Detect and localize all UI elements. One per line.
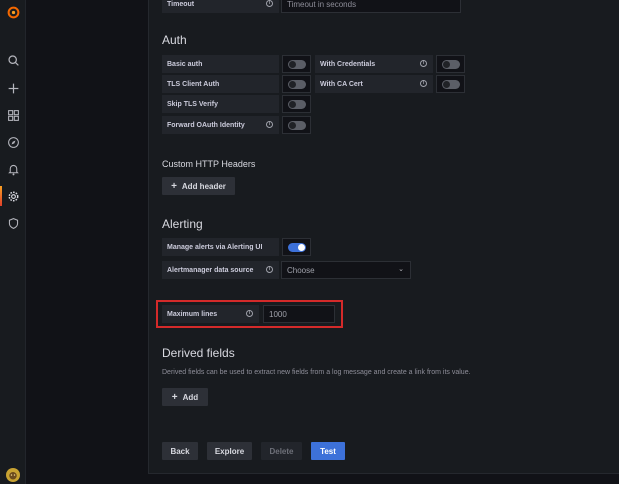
delete-button[interactable]: Delete: [261, 442, 302, 460]
test-button[interactable]: Test: [311, 442, 345, 460]
max-lines-label: Maximum lines i: [162, 305, 259, 323]
timeout-label-box: Timeout i: [162, 0, 279, 13]
with-credentials-text: With Credentials: [320, 60, 376, 68]
forward-oauth-label: Forward OAuth Identity i: [162, 116, 279, 134]
derived-fields-description: Derived fields can be used to extract ne…: [162, 369, 471, 376]
plus-icon: +: [171, 391, 178, 403]
basic-auth-toggle[interactable]: [282, 55, 311, 73]
plus-icon[interactable]: [0, 78, 26, 98]
alertmanager-select[interactable]: Choose ⌄: [281, 261, 411, 279]
with-credentials-label: With Credentials i: [315, 55, 433, 73]
derived-fields-title: Derived fields: [162, 346, 235, 360]
basic-auth-text: Basic auth: [167, 60, 203, 68]
with-ca-cert-label: With CA Cert i: [315, 75, 433, 93]
avatar[interactable]: [6, 468, 20, 482]
gear-icon[interactable]: [0, 186, 26, 206]
skip-tls-verify-text: Skip TLS Verify: [167, 100, 218, 108]
toggle-switch[interactable]: [287, 99, 306, 109]
toggle-switch[interactable]: [287, 59, 306, 69]
max-lines-input[interactable]: 1000: [263, 305, 335, 323]
toggle-switch[interactable]: [287, 79, 306, 89]
with-ca-cert-text: With CA Cert: [320, 80, 363, 88]
alertmanager-text: Alertmanager data source: [167, 266, 254, 274]
explore-icon[interactable]: [0, 132, 26, 152]
custom-headers-title: Custom HTTP Headers: [162, 159, 256, 169]
add-label: Add: [182, 392, 199, 402]
forward-oauth-toggle[interactable]: [282, 116, 311, 134]
manage-alerts-text: Manage alerts via Alerting UI: [167, 243, 263, 251]
back-button[interactable]: Back: [162, 442, 198, 460]
dashboards-icon[interactable]: [0, 105, 26, 125]
info-icon: i: [246, 310, 253, 317]
toggle-switch[interactable]: [441, 59, 460, 69]
forward-oauth-text: Forward OAuth Identity: [167, 121, 245, 129]
timeout-label: Timeout: [167, 0, 195, 8]
manage-alerts-toggle[interactable]: [282, 238, 311, 256]
max-lines-text: Maximum lines: [167, 310, 218, 318]
chevron-down-icon: ⌄: [398, 266, 404, 273]
timeout-input[interactable]: Timeout in seconds: [281, 0, 461, 13]
info-icon: i: [266, 0, 273, 7]
alerting-bell-icon[interactable]: [0, 159, 26, 179]
basic-auth-label: Basic auth: [162, 55, 279, 73]
toggle-switch-on[interactable]: [287, 242, 306, 252]
info-icon: i: [420, 60, 427, 67]
search-icon[interactable]: [0, 50, 26, 70]
side-nav: [0, 0, 26, 484]
grafana-logo-icon[interactable]: [0, 2, 26, 22]
explore-button[interactable]: Explore: [207, 442, 252, 460]
skip-tls-verify-label: Skip TLS Verify: [162, 95, 279, 113]
add-derived-field-button[interactable]: + Add: [162, 388, 208, 406]
toggle-switch[interactable]: [441, 79, 460, 89]
alertmanager-select-value: Choose: [287, 265, 315, 275]
manage-alerts-label: Manage alerts via Alerting UI: [162, 238, 279, 256]
toggle-switch[interactable]: [287, 120, 306, 130]
add-header-label: Add header: [181, 181, 226, 191]
with-credentials-toggle[interactable]: [436, 55, 465, 73]
auth-section-title: Auth: [162, 33, 187, 47]
add-header-button[interactable]: + Add header: [162, 177, 235, 195]
shield-icon[interactable]: [0, 213, 26, 233]
plus-icon: +: [171, 180, 177, 192]
alertmanager-label: Alertmanager data source i: [162, 261, 279, 279]
tls-client-auth-text: TLS Client Auth: [167, 80, 220, 88]
info-icon: i: [420, 80, 427, 87]
skip-tls-verify-toggle[interactable]: [282, 95, 311, 113]
with-ca-cert-toggle[interactable]: [436, 75, 465, 93]
alerting-section-title: Alerting: [162, 217, 203, 231]
tls-client-auth-label: TLS Client Auth: [162, 75, 279, 93]
tls-client-auth-toggle[interactable]: [282, 75, 311, 93]
info-icon: i: [266, 266, 273, 273]
info-icon: i: [266, 121, 273, 128]
